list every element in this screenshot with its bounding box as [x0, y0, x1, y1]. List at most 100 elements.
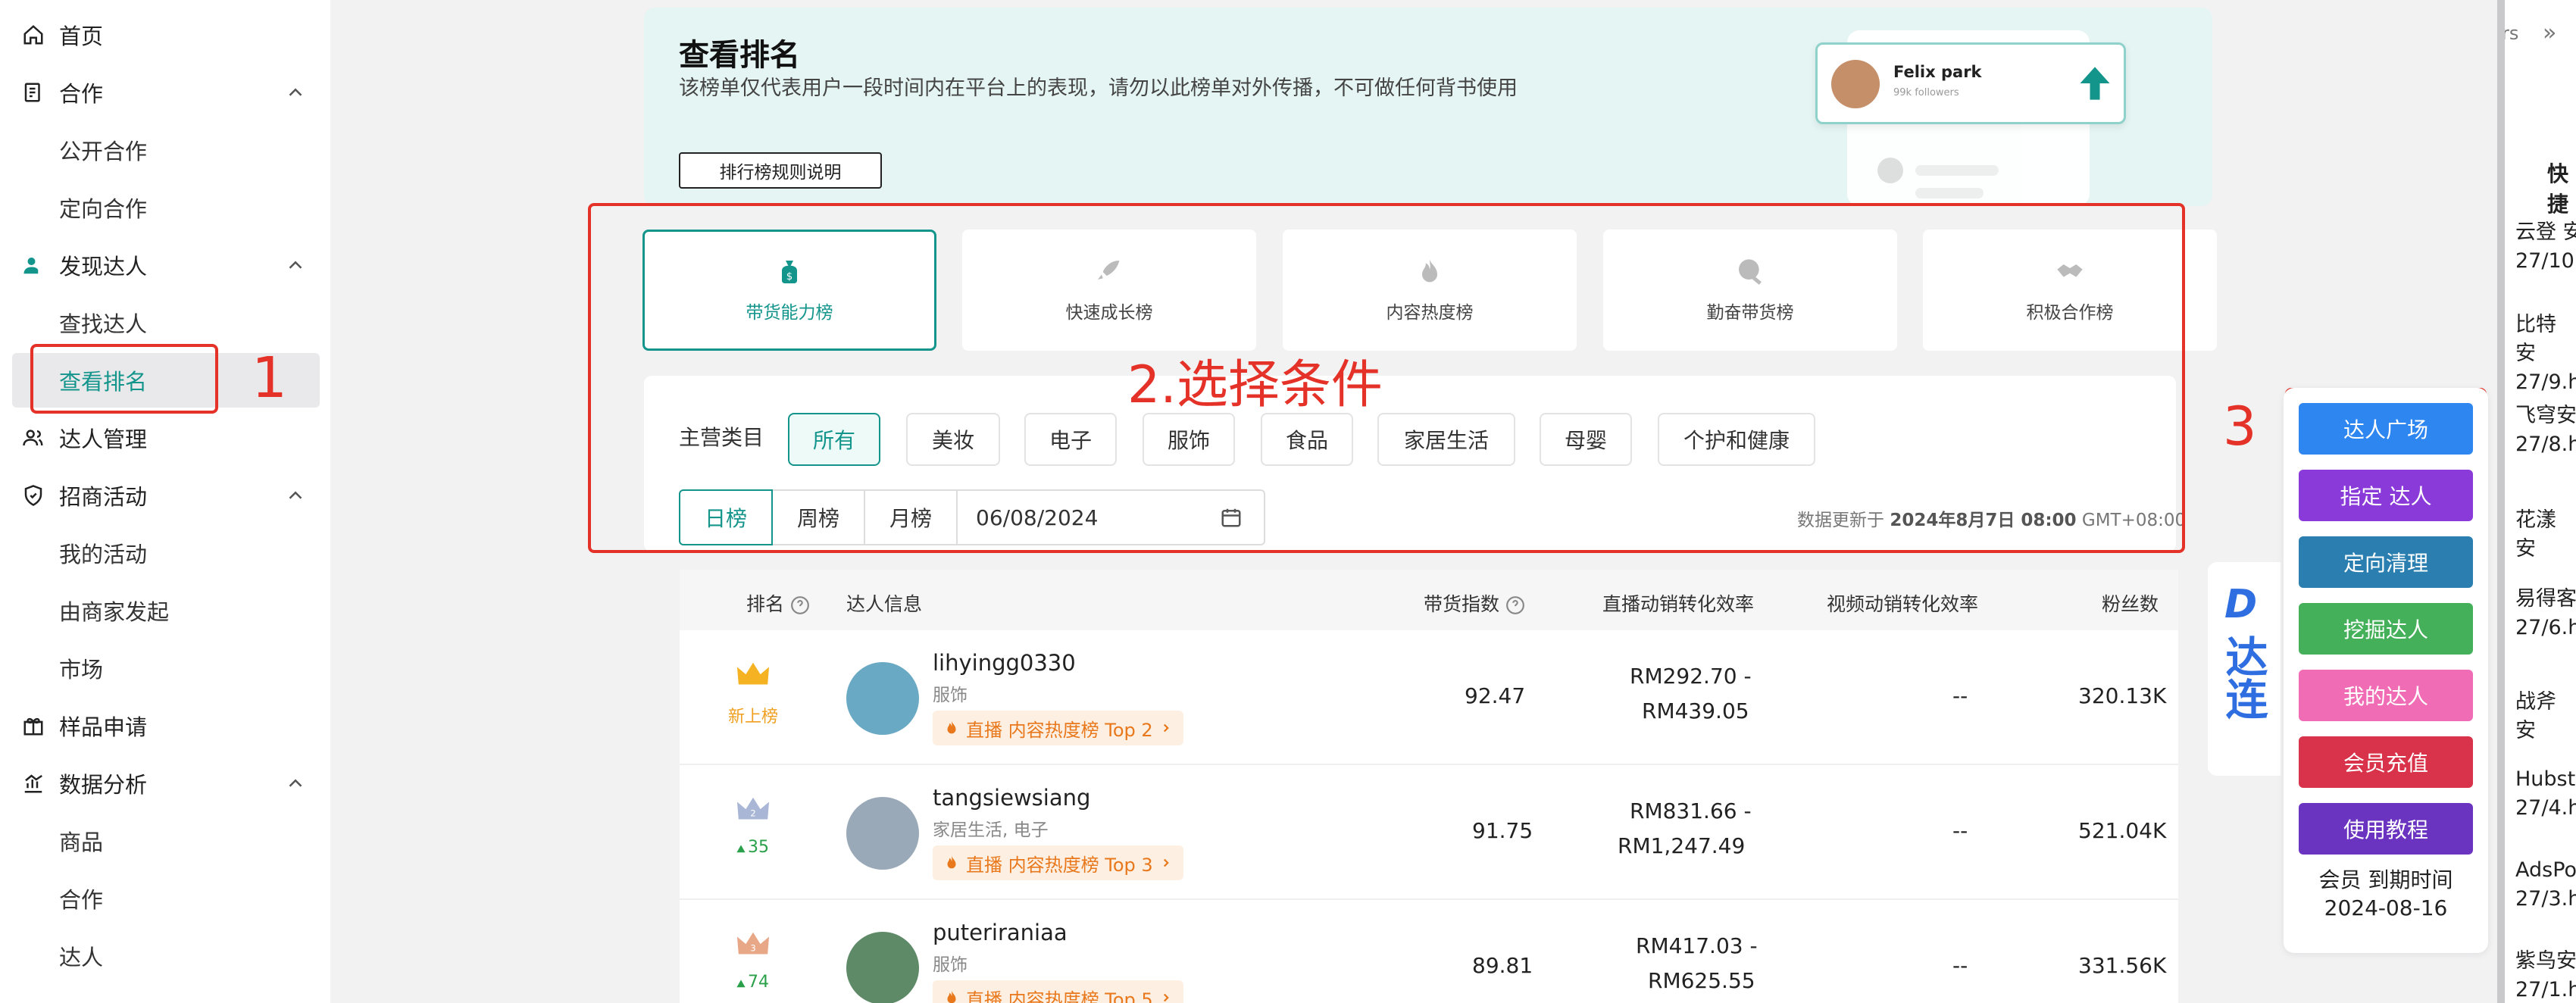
list-item-title: 比特 安 [2515, 313, 2556, 365]
sidebar-item-targeted-cooperation[interactable]: 定向合作 [0, 179, 330, 236]
list-item-title: 易得客 [2515, 587, 2576, 611]
list-item[interactable]: 花漾安 [2515, 506, 2576, 564]
list-item[interactable]: 易得客 27/6.h [2515, 585, 2576, 642]
avatar [1877, 158, 1903, 183]
profile-card: Felix park 99k followers [1815, 42, 2126, 124]
live-conversion-low: RM831.66 - [1630, 798, 1752, 823]
sidebar-item-merchant-initiated[interactable]: 由商家发起 [0, 582, 330, 639]
annotation-label-2: 2.选择条件 [1127, 355, 1383, 415]
home-icon [21, 23, 45, 47]
list-item-subtitle: 27/10.h [2515, 249, 2576, 273]
list-item[interactable]: Hubstu 27/4.h [2515, 765, 2576, 823]
sidebar-item-analytics-cooperation[interactable]: 合作 [0, 870, 330, 927]
chart-icon [21, 771, 45, 795]
list-item[interactable]: AdsPo 27/3.h [2515, 856, 2576, 914]
list-item[interactable]: 云登 安 27/10.h [2515, 218, 2576, 276]
creator-tag[interactable]: 直播 内容热度榜 Top 5 [933, 980, 1183, 1003]
header-rank: 排名 [746, 589, 810, 617]
avatar[interactable] [846, 797, 919, 870]
creator-category: 家居生活, 电子 [933, 820, 1049, 840]
sidebar-item-label: 达人管理 [59, 427, 148, 452]
period-daily[interactable]: 日榜 [679, 489, 773, 545]
sidebar-item-market[interactable]: 市场 [0, 639, 330, 697]
help-icon[interactable] [790, 595, 810, 615]
member-expiry-date: 2024-08-16 [2324, 895, 2448, 920]
sidebar-item-my-campaigns[interactable]: 我的活动 [0, 524, 330, 582]
creator-name[interactable]: lihyingg0330 [933, 650, 1076, 676]
table-row[interactable]: 3 74 puteriraniaa 服饰 直播 内容热度榜 Top 5 89.8… [680, 900, 2178, 1003]
sidebar-item-find-creators[interactable]: 查找达人 [0, 294, 330, 352]
my-creators-button[interactable]: 我的达人 [2299, 670, 2473, 721]
chevron-right-icon [1163, 993, 1169, 1002]
recharge-button[interactable]: 会员充值 [2299, 736, 2473, 788]
chevron-double-right-icon[interactable]: » [2543, 20, 2556, 46]
sidebar-item-creator-management[interactable]: 达人管理 [0, 409, 330, 467]
mine-creators-button[interactable]: 挖掘达人 [2299, 603, 2473, 655]
annotation-box-1 [30, 344, 218, 414]
table-row[interactable]: 新上榜 lihyingg0330 服饰 直播 内容热度榜 Top 2 92.47… [680, 630, 2178, 765]
live-conversion-high: RM625.55 [1648, 968, 1755, 993]
plugin-logo[interactable]: D 达连 [2208, 562, 2281, 776]
side-top-text: rs [2505, 23, 2519, 44]
gift-icon [21, 714, 45, 738]
tutorial-button[interactable]: 使用教程 [2299, 803, 2473, 855]
sidebar-item-campaigns[interactable]: 招商活动 [0, 467, 330, 524]
list-item[interactable]: 比特 安 27/9.h [2515, 311, 2576, 397]
clipboard-icon [21, 80, 45, 105]
video-conversion: -- [1952, 953, 1968, 978]
creator-tag[interactable]: 直播 内容热度榜 Top 2 [933, 711, 1183, 745]
chevron-up-icon[interactable] [284, 254, 307, 277]
avatar[interactable] [846, 662, 919, 735]
chevron-up-icon[interactable] [284, 484, 307, 507]
sidebar-item-cooperation[interactable]: 合作 [0, 64, 330, 121]
creator-category: 服饰 [933, 686, 968, 705]
list-item-title: Hubstu [2515, 767, 2576, 791]
creator-square-button[interactable]: 达人广场 [2299, 403, 2473, 455]
fans-count: 331.56K [2078, 953, 2167, 978]
list-item[interactable]: 紫鸟安 27/1.h [2515, 947, 2576, 1003]
plugin-logo-d: D [2224, 582, 2258, 627]
sidebar-item-public-cooperation[interactable]: 公开合作 [0, 121, 330, 179]
chevron-up-icon[interactable] [284, 772, 307, 795]
profile-followers: 99k followers [1893, 87, 1959, 98]
user-search-icon [21, 253, 45, 277]
sidebar-item-discover[interactable]: 发现达人 [0, 236, 330, 294]
scrollbar[interactable] [2497, 0, 2505, 1003]
sidebar-item-label: 市场 [59, 657, 104, 683]
arrow-up-icon [2080, 67, 2110, 100]
flame-icon [947, 855, 956, 869]
list-item-subtitle: 27/8.h [2515, 433, 2576, 456]
header-fans: 粉丝数 [2102, 593, 2159, 615]
sidebar-item-home[interactable]: 首页 [0, 6, 330, 64]
creator-name[interactable]: tangsiewsiang [933, 785, 1090, 811]
sidebar-item-label: 合作 [59, 81, 104, 107]
placeholder-line [1915, 188, 1984, 198]
chevron-right-icon [1163, 858, 1169, 867]
sidebar-item-analytics[interactable]: 数据分析 [0, 755, 330, 812]
targeted-clean-button[interactable]: 定向清理 [2299, 536, 2473, 588]
avatar[interactable] [846, 932, 919, 1003]
list-item-subtitle: 27/4.h [2515, 796, 2576, 820]
chevron-up-icon[interactable] [284, 81, 307, 104]
creator-name[interactable]: puteriraniaa [933, 920, 1068, 945]
specify-creator-button[interactable]: 指定 达人 [2299, 470, 2473, 521]
arrow-up-icon [736, 845, 746, 853]
sidebar-item-products[interactable]: 商品 [0, 812, 330, 870]
profile-name: Felix park [1893, 63, 1982, 81]
tag-label: 直播 内容热度榜 Top 3 [966, 854, 1153, 876]
sidebar-item-samples[interactable]: 样品申请 [0, 697, 330, 755]
fans-count: 521.04K [2078, 818, 2167, 843]
crown-bronze-icon: 3 [736, 932, 770, 955]
header-video: 视频动销转化效率 [1827, 593, 1979, 615]
list-item[interactable]: 飞穹安 27/8.h [2515, 402, 2576, 459]
list-item[interactable]: 战斧安 [2515, 688, 2576, 745]
help-icon[interactable] [1505, 595, 1525, 615]
rules-button[interactable]: 排行榜规则说明 [679, 152, 882, 189]
sales-index: 89.81 [1472, 953, 1533, 978]
rank-change: 35 [748, 838, 769, 857]
sidebar-item-analytics-creators[interactable]: 达人 [0, 927, 330, 985]
creator-tag[interactable]: 直播 内容热度榜 Top 3 [933, 845, 1183, 880]
table-row[interactable]: 2 35 tangsiewsiang 家居生活, 电子 直播 内容热度榜 Top… [680, 765, 2178, 900]
sidebar-item-label: 达人 [59, 945, 104, 970]
side-list-header: 快捷 [2547, 161, 2569, 217]
